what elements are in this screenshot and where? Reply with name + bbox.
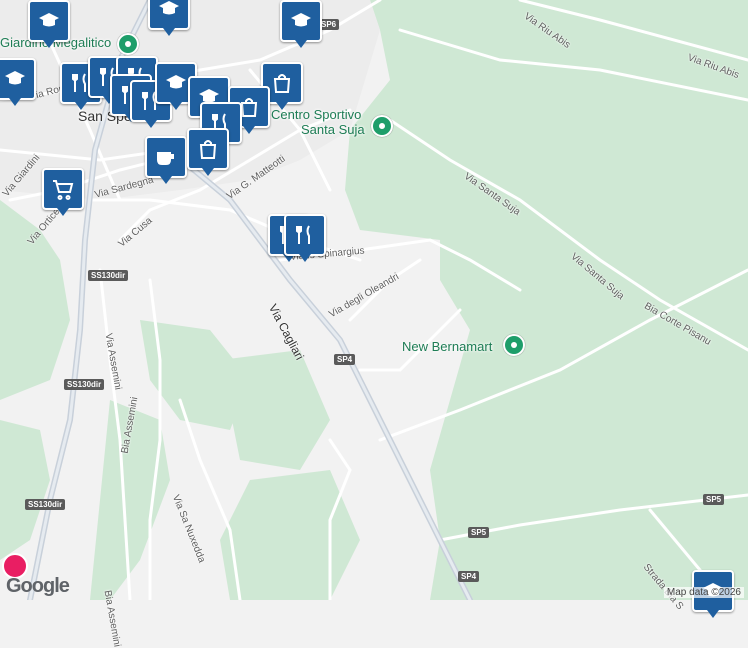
poi-label-santa-suja[interactable]: Santa Suja	[301, 122, 365, 137]
road-shield: SS130dir	[64, 379, 105, 390]
sport-marker-icon[interactable]	[371, 115, 393, 137]
road-shield: SP4	[334, 354, 356, 365]
road-shield: SS130dir	[88, 270, 129, 281]
road-shield: SP5	[468, 527, 490, 538]
google-logo: Google	[6, 575, 70, 597]
school-pin-icon[interactable]	[280, 0, 322, 48]
school-pin-icon[interactable]	[28, 0, 70, 48]
cafe-pin-icon[interactable]	[145, 136, 187, 184]
shop-marker-icon[interactable]	[503, 334, 525, 356]
shopping-pin-icon[interactable]	[187, 128, 229, 176]
school-pin-icon[interactable]	[148, 0, 190, 36]
restaurant-pin-icon[interactable]	[284, 214, 326, 262]
road-shield: SS130dir	[25, 499, 66, 510]
school-pin-icon[interactable]	[0, 58, 36, 106]
road-shield: SP4	[458, 571, 480, 582]
map-data-attribution[interactable]: Map data ©2026	[663, 587, 744, 598]
park-marker-icon[interactable]	[117, 33, 139, 55]
poi-label-bernamart[interactable]: New Bernamart	[402, 339, 492, 354]
cart-pin-icon[interactable]	[42, 168, 84, 216]
road-shield: SP5	[703, 494, 725, 505]
